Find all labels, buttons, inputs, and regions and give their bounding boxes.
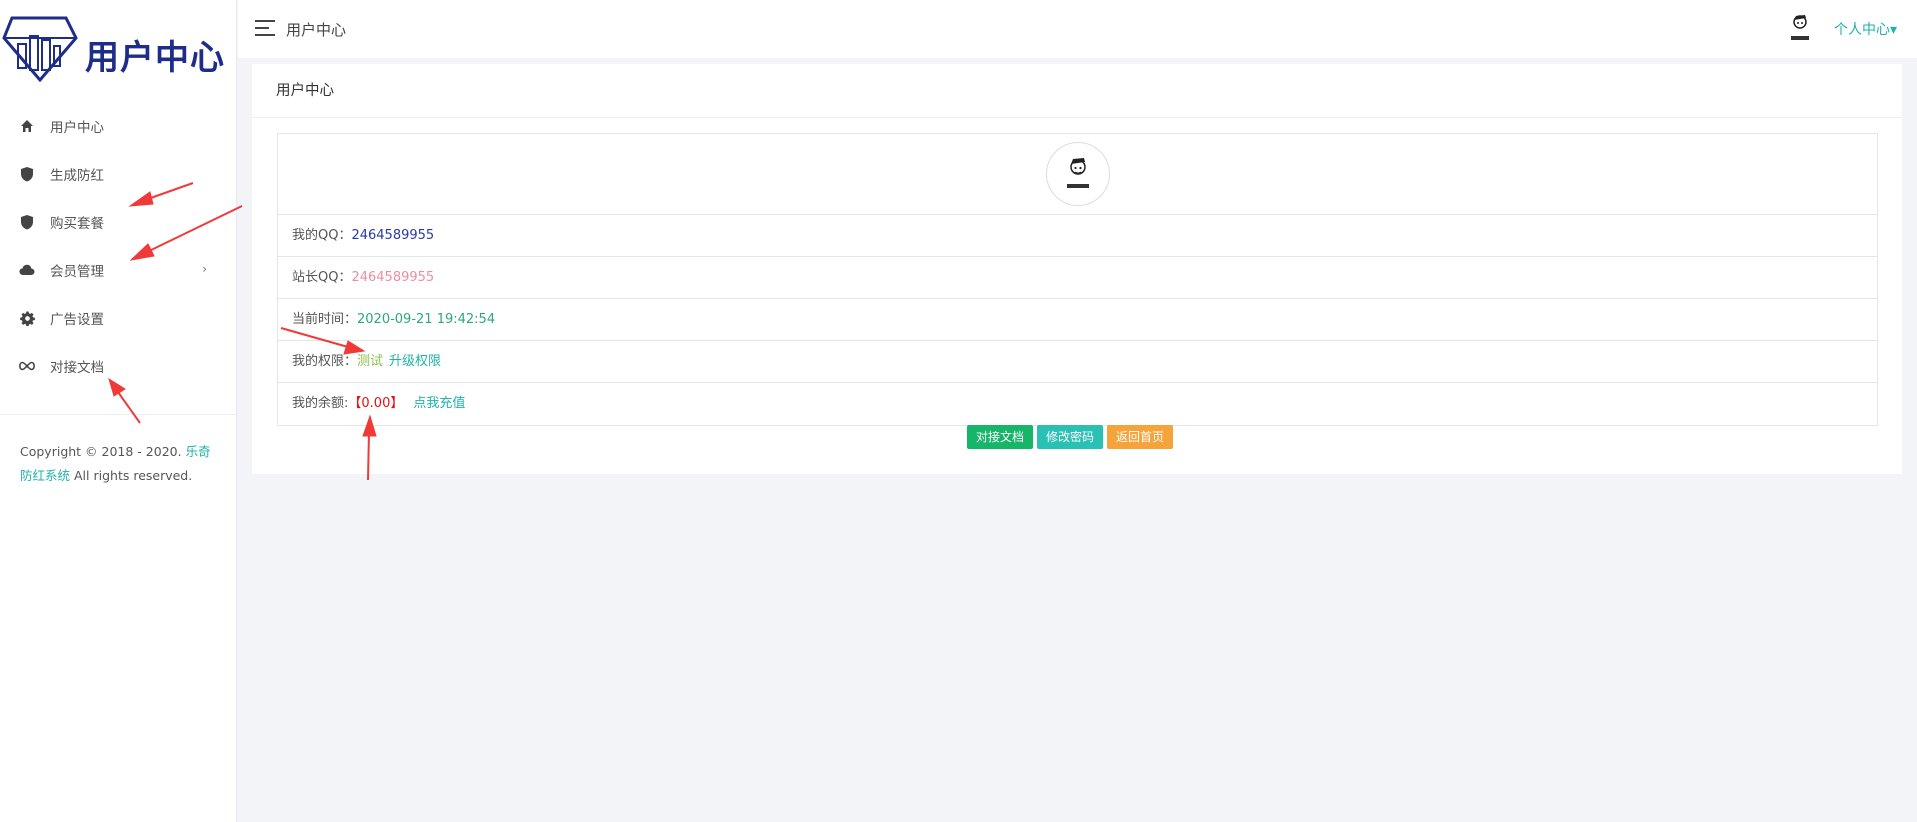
time-value: 2020-09-21 19:42:54 (357, 312, 496, 327)
user-avatar (1045, 142, 1110, 206)
balance-row: 我的余额:【0.00】 点我充值 (278, 383, 1877, 425)
panel-title: 用户中心 (252, 64, 1902, 118)
user-menu-dropdown[interactable]: 个人中心▾ (1834, 19, 1897, 39)
shield-icon (18, 213, 36, 231)
sidebar-item-member-management[interactable]: 会员管理 › (0, 246, 237, 294)
change-password-button[interactable]: 修改密码 (1037, 425, 1104, 449)
copyright: Copyright © 2018 - 2020. 乐奇防红系统 All righ… (20, 440, 220, 488)
my-qq-value: 2464589955 (351, 228, 435, 243)
sidebar: 用户中心 用户中心 生成防红 购买套餐 会员管理 › 广告设置 对接文档 Cop… (0, 0, 237, 822)
sidebar-item-label: 会员管理 (50, 264, 104, 280)
copyright-suffix: All rights reserved. (74, 468, 193, 483)
chevron-right-icon: › (202, 262, 207, 276)
avatar[interactable] (1785, 12, 1815, 44)
menu-toggle-icon[interactable] (255, 20, 275, 36)
current-time-row: 当前时间：2020-09-21 19:42:54 (278, 299, 1877, 341)
sidebar-item-api-docs[interactable]: 对接文档 (0, 342, 237, 390)
permission-row: 我的权限：测试 升级权限 (278, 341, 1877, 383)
infinity-icon (18, 357, 36, 375)
admin-qq-label: 站长QQ： (292, 270, 352, 285)
main-panel: 用户中心 我的QQ：2464589955 站长QQ：2464589955 当前时… (252, 64, 1902, 474)
sidebar-nav: 用户中心 生成防红 购买套餐 会员管理 › 广告设置 对接文档 (0, 102, 237, 390)
gear-icon (18, 309, 36, 327)
sidebar-item-buy-package[interactable]: 购买套餐 (0, 198, 237, 246)
sidebar-item-label: 用户中心 (50, 120, 104, 136)
perm-value: 测试 (357, 354, 384, 369)
time-label: 当前时间： (292, 312, 358, 327)
copyright-prefix: Copyright © 2018 - 2020. (20, 444, 182, 459)
sidebar-item-user-center[interactable]: 用户中心 (0, 102, 237, 150)
admin-qq-row: 站长QQ：2464589955 (278, 257, 1877, 299)
balance-label: 我的余额: (292, 396, 349, 411)
user-info-box: 我的QQ：2464589955 站长QQ：2464589955 当前时间：202… (277, 133, 1878, 426)
logo-diamond-icon (2, 16, 78, 82)
docs-button[interactable]: 对接文档 (967, 425, 1034, 449)
sidebar-item-label: 对接文档 (50, 360, 104, 376)
sidebar-divider (0, 414, 237, 415)
sidebar-item-generate-antired[interactable]: 生成防红 (0, 150, 237, 198)
avatar-row (278, 134, 1877, 215)
shield-icon (18, 165, 36, 183)
sidebar-item-label: 广告设置 (50, 312, 104, 328)
logo[interactable]: 用户中心 (0, 10, 237, 82)
recharge-link[interactable]: 点我充值 (413, 396, 465, 411)
sidebar-item-ad-settings[interactable]: 广告设置 (0, 294, 237, 342)
top-header: 用户中心 个人中心▾ (238, 0, 1917, 58)
sidebar-item-label: 购买套餐 (50, 216, 104, 232)
perm-label: 我的权限： (292, 354, 358, 369)
admin-qq-value[interactable]: 2464589955 (351, 270, 434, 285)
action-buttons: 对接文档 修改密码 返回首页 (967, 425, 1174, 449)
back-home-button[interactable]: 返回首页 (1107, 425, 1174, 449)
upgrade-permission-link[interactable]: 升级权限 (389, 354, 441, 369)
sidebar-item-label: 生成防红 (50, 168, 104, 184)
cloud-icon (18, 261, 36, 279)
home-icon (18, 117, 36, 135)
my-qq-label: 我的QQ： (292, 228, 352, 243)
logo-text: 用户中心 (85, 38, 225, 78)
my-qq-row: 我的QQ：2464589955 (278, 215, 1877, 257)
header-title: 用户中心 (286, 21, 347, 39)
balance-value: 【0.00】 (348, 396, 404, 411)
